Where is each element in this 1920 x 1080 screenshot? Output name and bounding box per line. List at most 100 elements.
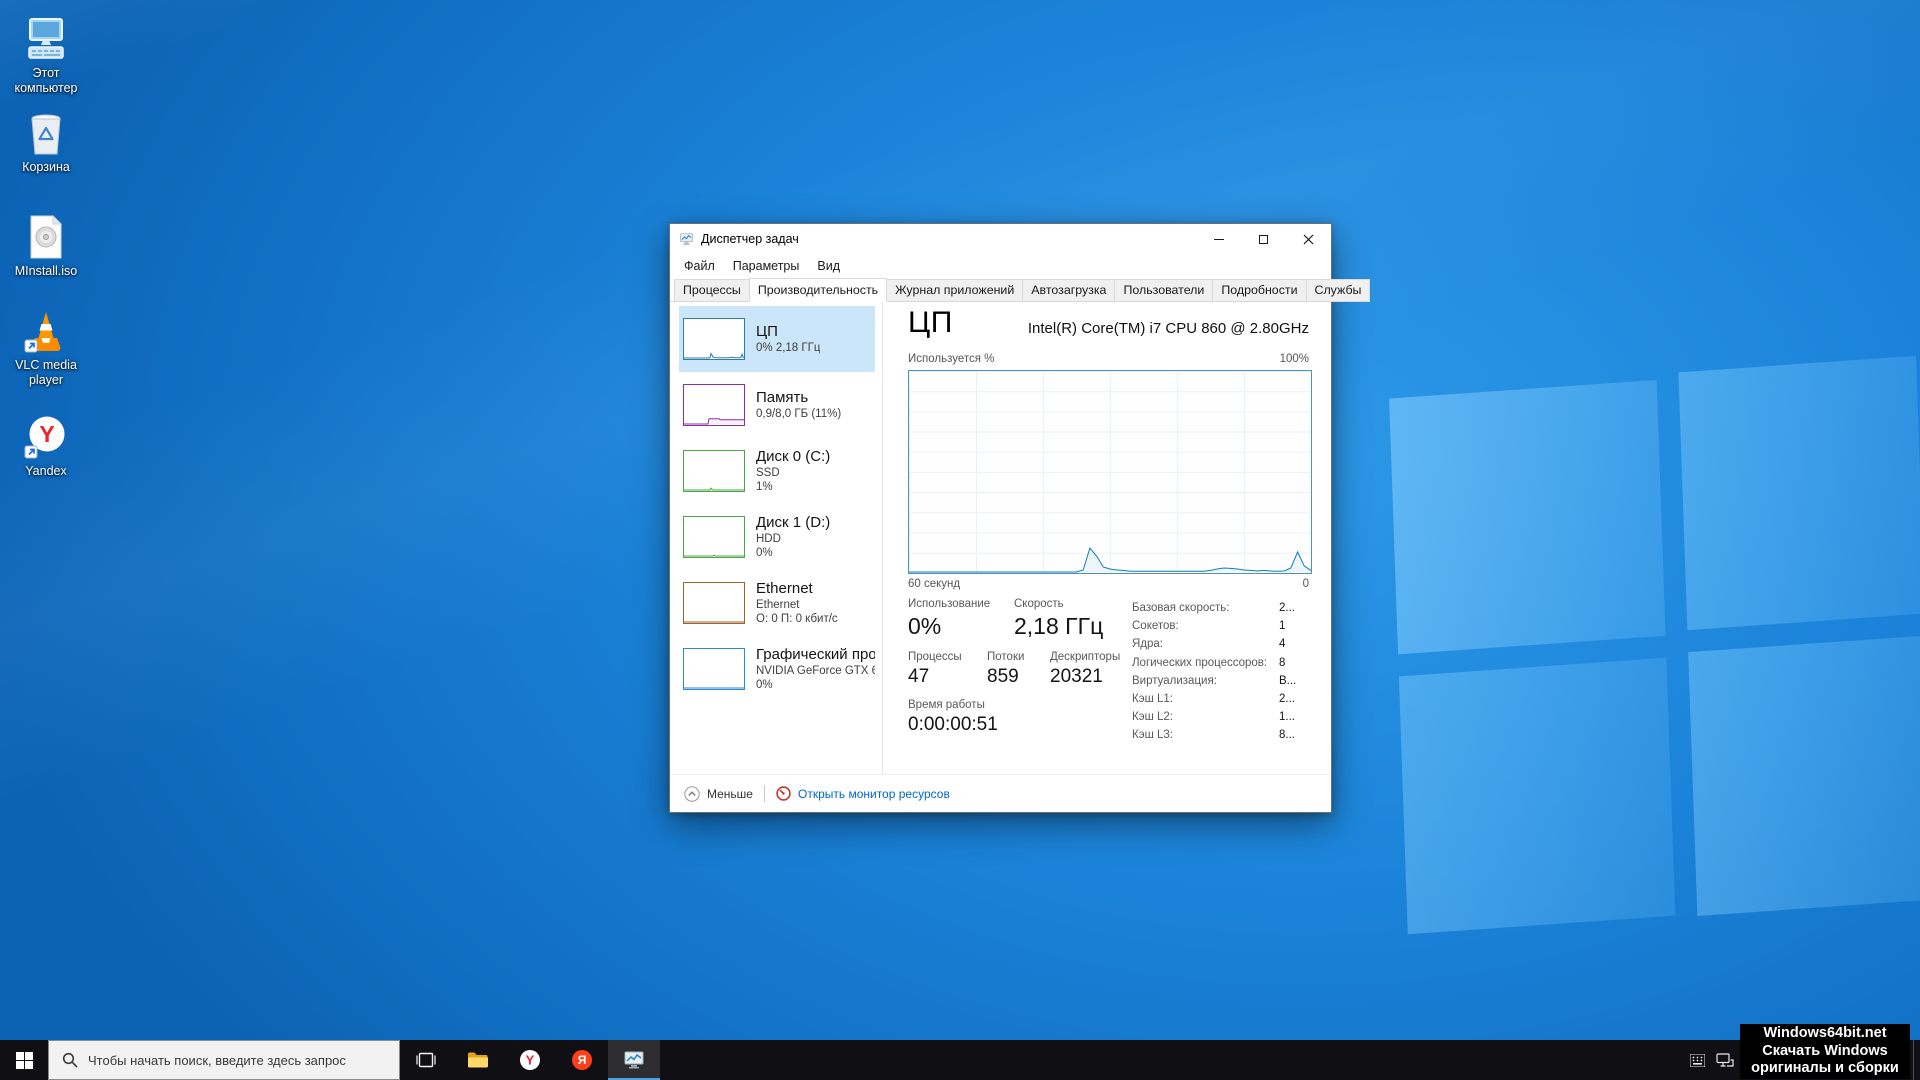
spec-row: Кэш L1: 2... (1132, 690, 1313, 708)
task-manager-taskbar-button[interactable] (608, 1040, 660, 1080)
recycle-bin-icon (4, 108, 88, 156)
memory-mini-graph (683, 384, 745, 426)
maximize-button[interactable] (1241, 224, 1286, 254)
watermark-line: Скачать Windows (1762, 1042, 1888, 1059)
spec-value: 1... (1279, 711, 1295, 724)
stat-cell: Потоки 859 (987, 651, 1050, 688)
sidebar-item-detail: Ethernet (756, 598, 800, 611)
spec-value: 8... (1279, 729, 1295, 742)
show-desktop-button[interactable] (1913, 1040, 1920, 1080)
watermark-line: оригиналы и сборки (1751, 1060, 1899, 1076)
tab-app-history[interactable]: Журнал приложений (886, 279, 1024, 302)
spec-value: 2... (1279, 602, 1295, 614)
watermark-overlay: Windows64bit.net Скачать Windows оригина… (1740, 1024, 1910, 1079)
tab-performance[interactable]: Производительность (748, 278, 888, 302)
disk0-mini-graph (683, 450, 745, 492)
desktop-icon-label: Корзина (22, 160, 70, 174)
stat-label: Процессы (908, 651, 962, 663)
touch-keyboard-tray-button[interactable] (1684, 1040, 1710, 1080)
window-controls (1196, 224, 1331, 254)
tab-processes[interactable]: Процессы (674, 279, 750, 302)
task-manager-monitor-icon (680, 233, 693, 245)
spec-row: Сокетов: 1 (1132, 617, 1313, 635)
tab-services[interactable]: Службы (1305, 279, 1371, 302)
yandex-browser-button[interactable]: Y (504, 1040, 556, 1080)
tab-users[interactable]: Пользователи (1114, 279, 1214, 302)
cpu-model: Intel(R) Core(TM) i7 CPU 860 @ 2.80GHz (1027, 320, 1309, 337)
desktop-icon-yandex[interactable]: Y Yandex (4, 412, 88, 479)
chevron-up-circle-icon (684, 785, 700, 802)
svg-text:Я: Я (578, 1053, 587, 1067)
stat-cell: Время работы 0:00:00:51 (908, 699, 998, 736)
minstall-iso-icon (4, 212, 88, 260)
tab-details[interactable]: Подробности (1212, 279, 1307, 302)
stat-label: Время работы (908, 699, 985, 711)
spec-label: Кэш L3: (1132, 729, 1173, 742)
task-manager-window: Диспетчер задач Файл Параметры Вид Процесс… (669, 223, 1371, 813)
file-explorer-button[interactable] (452, 1040, 504, 1080)
cpu-panel: ЦП Intel(R) Core(TM) i7 CPU 860 @ 2.80GH… (883, 302, 1331, 774)
sidebar-item-title: Диск 0 (C:) (756, 447, 831, 465)
minimize-icon (1213, 238, 1224, 240)
windows-logo-pane (1398, 657, 1676, 935)
windows-logo-pane (1389, 379, 1666, 655)
desktop-icon-vlc[interactable]: VLC media player (4, 306, 88, 388)
search-input[interactable] (88, 1052, 399, 1068)
desktop-icon-recycle-bin[interactable]: Корзина (4, 108, 88, 175)
graph-y-label: Используется % (908, 353, 995, 365)
yandex-app-icon: Я (572, 1050, 592, 1070)
desktop-icon-this-pc[interactable]: Этот компьютер (4, 14, 88, 96)
windows-logo-wallpaper (1389, 355, 1920, 941)
yandex-browser-icon: Y (520, 1050, 540, 1070)
minimize-button[interactable] (1196, 224, 1241, 254)
start-button[interactable] (0, 1040, 48, 1080)
spec-label: Сокетов: (1132, 620, 1179, 633)
spec-row: Ядра: 4 (1132, 635, 1313, 653)
sidebar-item-disk1[interactable]: Диск 1 (D:) HDD 0% (679, 504, 875, 570)
sidebar-item-title: Память (756, 388, 809, 406)
stat-value: 2,18 ГГц (1014, 613, 1104, 639)
spec-row: Кэш L3: 8... (1132, 726, 1313, 744)
sidebar-item-memory[interactable]: Память 0,9/8,0 ГБ (11%) (679, 372, 875, 438)
close-button[interactable] (1286, 224, 1331, 254)
stat-cell: Процессы 47 (908, 651, 987, 688)
spec-label: Кэш L1: (1132, 693, 1173, 706)
title-bar[interactable]: Диспетчер задач (670, 224, 1331, 254)
sidebar-item-detail: 0% 2,18 ГГц (756, 341, 821, 354)
sidebar-item-detail: NVIDIA GeForce GTX 660 (756, 664, 875, 677)
yandex-app-button[interactable]: Я (556, 1040, 608, 1080)
windows-logo-pane (1678, 355, 1920, 631)
sidebar-item-title: Графический про (756, 645, 875, 663)
menu-file[interactable]: Файл (675, 256, 724, 276)
open-resource-monitor-link[interactable]: Открыть монитор ресурсов (776, 786, 950, 801)
this-pc-icon (4, 14, 88, 62)
ethernet-mini-graph (683, 582, 745, 624)
cpu-usage-chart (908, 370, 1312, 574)
spec-label: Ядра: (1132, 638, 1164, 651)
menu-view[interactable]: Вид (808, 256, 849, 276)
spec-row: Базовая скорость: 2... (1132, 599, 1313, 617)
network-tray-button[interactable] (1712, 1040, 1738, 1080)
yandex-icon: Y (4, 412, 88, 460)
sidebar-item-detail: О: 0 П: 0 кбит/с (756, 613, 838, 625)
tab-startup[interactable]: Автозагрузка (1022, 279, 1116, 302)
fewer-details-button[interactable]: Меньше (684, 785, 753, 802)
sidebar-item-detail: 0,9/8,0 ГБ (11%) (756, 407, 842, 420)
footer-bar: Меньше Открыть монитор ресурсов (670, 774, 1331, 812)
stat-label: Использование (908, 598, 991, 610)
cpu-specs: Базовая скорость: 2... Сокетов: 1 Ядра: 4 Логи… (1132, 599, 1313, 745)
stat-value: 20321 (1050, 666, 1103, 687)
sidebar-item-disk0[interactable]: Диск 0 (C:) SSD 1% (679, 438, 875, 504)
task-view-button[interactable] (400, 1040, 452, 1080)
sidebar-item-cpu[interactable]: ЦП 0% 2,18 ГГц (679, 306, 875, 372)
taskbar-search[interactable] (48, 1040, 400, 1080)
sidebar-item-detail: 1% (756, 481, 773, 493)
sidebar-item-gpu[interactable]: Графический проNVIDIA GeForce GTX 660 0% (679, 636, 875, 702)
menu-options[interactable]: Параметры (724, 256, 809, 276)
window-content: ЦП 0% 2,18 ГГц Память 0,9/8,0 ГБ (11%) Диск … (670, 302, 1331, 774)
sidebar-item-ethernet[interactable]: Ethernet Ethernet О: 0 П: 0 кбит/с (679, 570, 875, 636)
svg-text:Y: Y (39, 421, 54, 447)
desktop-icon-minstall-iso[interactable]: MInstall.iso (4, 212, 88, 279)
spec-label: Кэш L2: (1132, 711, 1173, 724)
spec-value: В... (1279, 674, 1297, 687)
